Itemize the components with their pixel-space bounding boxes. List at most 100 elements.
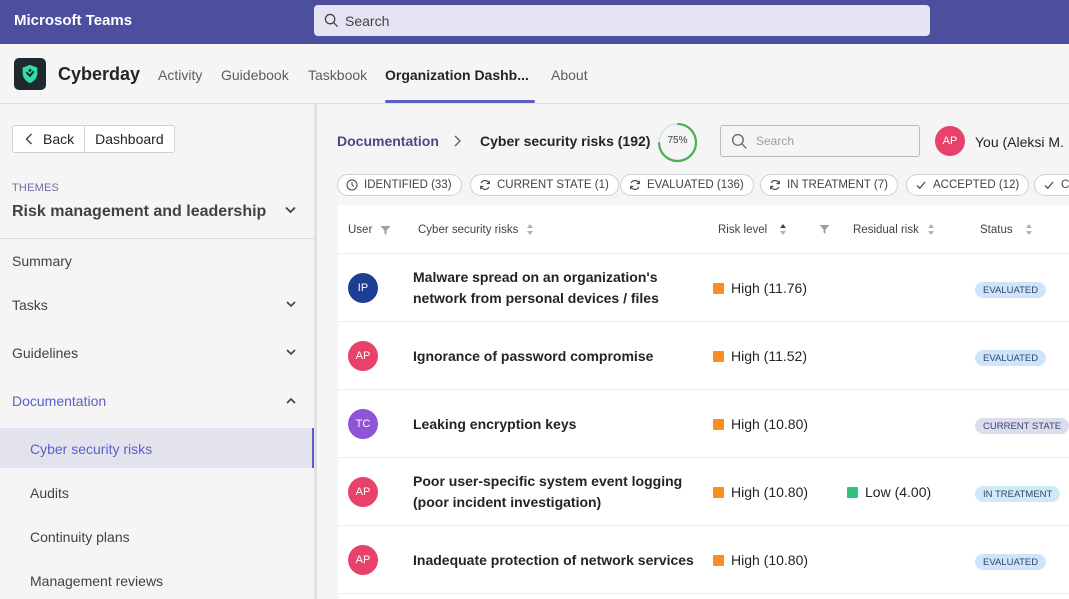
chip-label: IN TREATMENT (7) [787,179,888,191]
sidebar-subitem-audits[interactable]: Audits [30,485,69,501]
risk-title[interactable]: Ignorance of password compromise [413,346,703,367]
refresh-icon [630,180,640,190]
status-badge: EVALUATED [975,554,1047,570]
progress-label: 75% [667,135,688,146]
refresh-icon [770,180,780,190]
teams-search-input[interactable]: Search [314,5,930,36]
chip-label: EVALUATED (136) [647,179,744,191]
risk-level-label: High (10.80) [731,552,809,568]
status-badge: EVALUATED [975,350,1047,366]
avatar[interactable]: IP [348,273,378,303]
table-row[interactable]: AP Poor user-specific system event loggi… [338,458,1069,526]
user-name[interactable]: You (Aleksi M. P [975,134,1069,150]
risk-level: High (10.80) [713,416,808,432]
avatar[interactable]: AP [935,126,965,156]
tab-guidebook[interactable]: Guidebook [221,67,289,83]
chevron-left-icon [25,133,32,145]
status-badge: CURRENT STATE [975,418,1069,434]
risk-level-label: High (11.52) [731,348,808,364]
chevron-up-icon[interactable] [286,397,296,404]
sidebar-item-tasks[interactable]: Tasks [12,297,48,313]
teams-top-bar: Microsoft Teams Search [0,0,1069,44]
sidebar-subitem-cyber-security-risks[interactable]: Cyber security risks [30,441,152,457]
refresh-icon [480,180,490,190]
status-badge: EVALUATED [975,282,1047,298]
teams-title: Microsoft Teams [14,12,133,29]
filter-icon[interactable] [819,224,830,235]
table-row[interactable]: AP Inadequate protection of network serv… [338,526,1069,594]
sidebar-item-documentation[interactable]: Documentation [12,393,106,409]
column-header-user[interactable]: User [348,224,391,236]
table-row[interactable]: IP Malware spread on an organization's n… [338,254,1069,322]
search-icon [324,13,339,28]
tab-taskbook[interactable]: Taskbook [308,67,367,83]
back-button[interactable]: Back [13,126,86,152]
column-header-label: Risk level [718,223,768,236]
table-row[interactable]: TC Leaking encryption keys High (10.80) … [338,390,1069,458]
tab-about[interactable]: About [551,67,588,83]
chip-in-treatment[interactable]: IN TREATMENT (7) [760,174,898,196]
check-icon [1044,181,1054,190]
risk-title[interactable]: Poor user-specific system event logging … [413,471,703,513]
risk-level-label: High (10.80) [731,416,809,432]
chevron-down-icon[interactable] [286,301,296,308]
dashboard-button[interactable]: Dashboard [85,126,174,152]
sort-icon[interactable] [927,223,935,236]
check-icon [916,181,926,190]
column-header-risk-level[interactable]: Risk level [718,223,830,236]
high-risk-indicator [713,418,724,430]
app-name: Cyberday [58,64,141,84]
avatar[interactable]: AP [348,477,378,507]
chip-evaluated[interactable]: EVALUATED (136) [620,174,754,196]
column-header-cyber-security-risks[interactable]: Cyber security risks [418,223,534,236]
breadcrumb-documentation[interactable]: Documentation [337,133,439,149]
chip-label: ACCEPTED (12) [933,179,1020,191]
risk-title[interactable]: Inadequate protection of network service… [413,550,703,571]
themes-label: THEMES [12,182,60,194]
chip-label: IDENTIFIED (33) [364,179,452,191]
risk-title[interactable]: Malware spread on an organization's netw… [413,267,703,309]
tab-organization-dashboard[interactable]: Organization Dashb... [385,67,529,83]
chevron-down-icon[interactable] [286,349,296,356]
avatar[interactable]: AP [348,545,378,575]
column-header-status[interactable]: Status [980,223,1033,236]
avatar[interactable]: AP [348,341,378,371]
chevron-down-icon[interactable] [285,206,296,214]
risk-search-input[interactable]: Search [720,125,920,157]
column-header-label: Cyber security risks [418,223,519,236]
sidebar: Back Dashboard THEMES Risk management an… [0,104,314,599]
avatar[interactable]: TC [348,409,378,439]
risk-level: High (10.80) [713,484,808,500]
cyberday-logo-icon [14,58,46,90]
chip-current-state[interactable]: CURRENT STATE (1) [470,174,619,196]
residual-risk: Low (4.00) [847,484,931,500]
sidebar-subitem-continuity-plans[interactable]: Continuity plans [30,529,130,545]
column-header-label: User [348,224,373,236]
themes-dropdown[interactable]: Risk management and leadership [12,203,266,221]
column-header-residual-risk[interactable]: Residual risk [853,223,935,236]
column-header-label: Status [980,223,1013,236]
chip-overflow[interactable]: C [1034,174,1069,196]
risk-level: High (11.76) [713,280,807,296]
sidebar-item-summary[interactable]: Summary [12,253,72,269]
risk-level: High (10.80) [713,552,808,568]
filter-icon[interactable] [380,225,391,236]
tab-activity[interactable]: Activity [158,67,202,83]
high-risk-indicator [713,282,724,294]
risk-search-placeholder: Search [756,134,795,148]
risk-title[interactable]: Leaking encryption keys [413,414,703,435]
search-icon [731,133,747,149]
high-risk-indicator [713,486,724,498]
main-content: Documentation Cyber security risks (192)… [317,104,1069,599]
chip-identified[interactable]: IDENTIFIED (33) [337,174,462,196]
status-filter-chips: IDENTIFIED (33) CURRENT STATE (1) EVALUA… [337,174,1069,196]
sidebar-item-guidelines[interactable]: Guidelines [12,345,78,361]
sidebar-divider [0,238,314,239]
sidebar-subitem-management-reviews[interactable]: Management reviews [30,573,163,589]
chip-accepted[interactable]: ACCEPTED (12) [906,174,1030,196]
sort-icon[interactable] [1025,223,1033,236]
table-row[interactable]: AP Ignorance of password compromise High… [338,322,1069,390]
sort-icon[interactable] [526,223,534,236]
sort-icon[interactable] [779,223,787,236]
column-header-label: Residual risk [853,223,919,236]
